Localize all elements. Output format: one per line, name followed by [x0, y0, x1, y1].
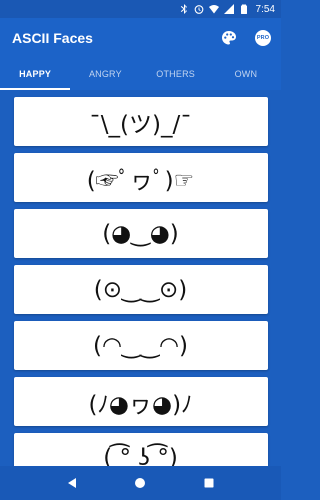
battery-icon	[239, 4, 249, 14]
status-bar: 7:54	[0, 0, 281, 18]
tab-happy[interactable]: HAPPY	[0, 58, 71, 90]
recents-icon[interactable]	[202, 476, 216, 490]
face-card[interactable]: (◠‿‿◠)	[13, 321, 268, 370]
navigation-bar	[0, 466, 281, 500]
tab-bar: HAPPY ANGRY OTHERS OWN	[0, 58, 281, 90]
face-card[interactable]: ¯\_(ツ)_/¯	[13, 97, 268, 146]
face-card[interactable]: (☞ﾟヮﾟ)☞	[13, 153, 268, 202]
app-title: ASCII Faces	[12, 30, 93, 46]
back-icon[interactable]	[65, 476, 79, 490]
home-icon[interactable]	[133, 476, 147, 490]
face-card[interactable]: (⊙‿‿⊙)	[13, 265, 268, 314]
alarm-icon	[194, 4, 204, 14]
wifi-icon	[208, 4, 219, 14]
app-bar: ASCII Faces PRO	[0, 18, 281, 58]
tab-others[interactable]: OTHERS	[141, 58, 211, 90]
bluetooth-icon	[179, 4, 189, 14]
palette-icon[interactable]	[219, 28, 239, 48]
pro-badge-icon[interactable]: PRO	[255, 30, 271, 46]
tab-own[interactable]: OWN	[211, 58, 281, 90]
faces-list[interactable]: ¯\_(ツ)_/¯ (☞ﾟヮﾟ)☞ (◕‿◕) (⊙‿‿⊙) (◠‿‿◠) (ﾉ…	[0, 90, 281, 466]
status-time: 7:54	[255, 3, 275, 15]
face-card[interactable]: (ﾉ◕ヮ◕)ﾉ	[13, 377, 268, 426]
face-card[interactable]: ( ͡° ͜ʖ ͡°)	[13, 433, 268, 466]
signal-icon	[223, 4, 234, 14]
face-card[interactable]: (◕‿◕)	[13, 209, 268, 258]
tab-angry[interactable]: ANGRY	[70, 58, 140, 90]
